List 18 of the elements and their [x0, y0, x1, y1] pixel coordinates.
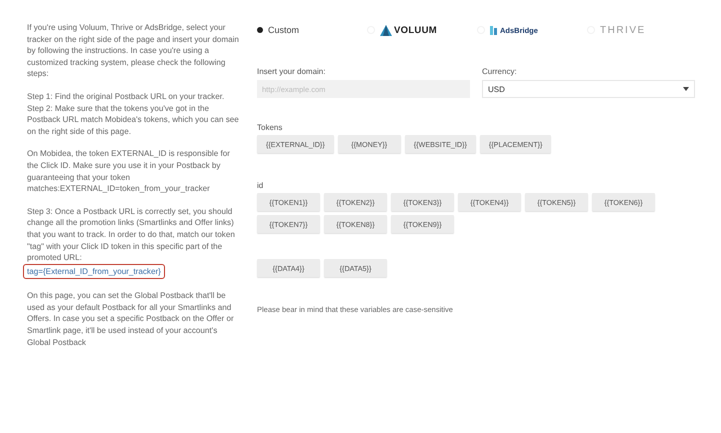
field-label: Insert your domain: [257, 67, 326, 76]
group-label: Tokens [257, 123, 284, 132]
radio-label: Custom [268, 25, 300, 35]
bridge-icon [490, 26, 498, 34]
instruction-paragraph: On this page, you can set the Global Postback that'll be used as your default Postback for all your Smartlinks and Offers. In case you set a specific Postback on the Offer or Smartlink page, it'll be used instead of your account's Global Postback [27, 290, 235, 348]
caret-icon [683, 87, 689, 91]
pyramid-icon [380, 24, 392, 36]
currency-dropdown[interactable]: USD [482, 80, 695, 98]
instruction-paragraph: If you're using Voluum, Thrive or AdsBridge, select your tracker on the right side of the page and insert your domain by following the instructions. In case you're using a customized tracking system, please check the following steps: [27, 22, 240, 80]
group-label: id [257, 181, 264, 190]
instruction-paragraph: Step 1: Find the original Postback URL on your tracker. Step 2: Make sure that the tokens you've got in the Postback URL match Mobidea's tokens, which you can see on the right side of this page. [27, 90, 240, 138]
instruction-paragraph: Step 3: Once a Postback URL is correctly set, you should change all the promotion links (Smartlinks and Offer links) that you want to track. In order to do that, match our token "tag" with your Click ID token in this specific part of the promoted URL: [27, 206, 236, 264]
tracker-logo-text: VOLUUM [394, 24, 437, 36]
instruction-paragraph: On Mobidea, the token EXTERNAL_ID is responsible for the Click ID. Make sure you use it in your Postback by guaranteeing that your token matches:EXTERNAL_ID=token_from_your_tracker [27, 148, 231, 195]
url-snippet: tag={External_ID_from_your_tracker} [23, 264, 165, 280]
tracker-logo-text: THRIVE [600, 24, 646, 36]
radio-button[interactable] [257, 27, 263, 33]
field-label: Currency: [482, 67, 518, 76]
